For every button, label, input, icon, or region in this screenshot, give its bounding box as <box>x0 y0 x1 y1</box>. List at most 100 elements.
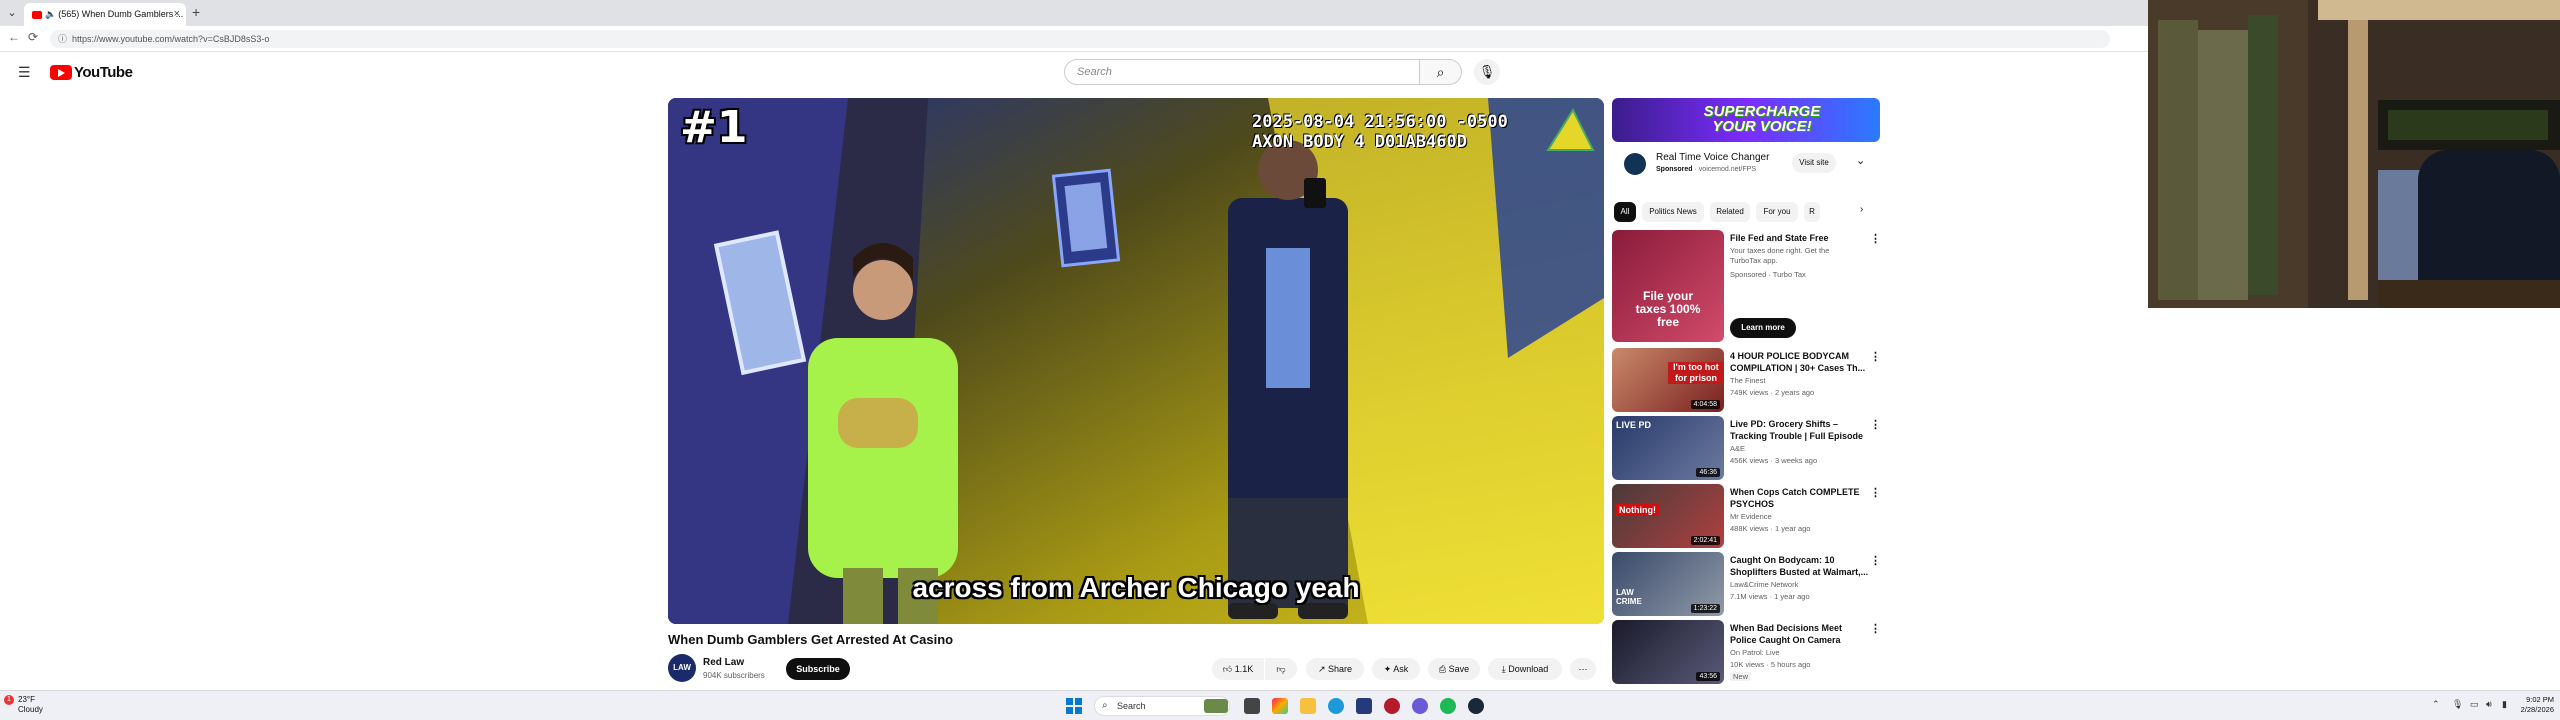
ad-banner-text: SUPERCHARGE YOUR VOICE! <box>1703 103 1821 135</box>
more-vert-icon[interactable]: ⋮ <box>1870 622 1881 635</box>
chip-all[interactable]: All <box>1614 202 1636 222</box>
back-icon[interactable]: ← <box>8 30 20 44</box>
list-item[interactable]: LIVE PD 46:36 Live PD: Grocery Shifts – … <box>1612 416 1882 480</box>
video-thumbnail[interactable]: LAW CRIME 1:23:22 <box>1612 552 1724 616</box>
webcam-overlay <box>2148 0 2560 308</box>
video-title: File Fed and State Free <box>1730 233 1829 243</box>
microphone-tray-icon[interactable]: 🎙 <box>2452 699 2463 710</box>
sparkle-icon: ✦ <box>1383 664 1392 674</box>
channel-name[interactable]: Red Law <box>703 657 744 668</box>
video-title: Caught On Bodycam: 10 Shoplifters Busted… <box>1730 555 1869 577</box>
monitor-icon[interactable]: ▭ <box>2470 699 2479 710</box>
weather-widget[interactable]: 23°F Cloudy <box>18 695 43 715</box>
battery-icon[interactable]: ▮ <box>2502 699 2507 710</box>
more-vert-icon[interactable]: ⋮ <box>1870 486 1881 499</box>
channel-avatar[interactable]: LAW <box>668 654 696 682</box>
tab-list-icon[interactable]: ⌄ <box>4 5 20 21</box>
more-vert-icon[interactable]: ⋮ <box>1870 350 1881 363</box>
windows-start-icon[interactable] <box>1066 698 1082 714</box>
thumbs-down-icon: 👎︎ <box>1276 664 1286 674</box>
share-label: Share <box>1328 664 1353 674</box>
steam-icon[interactable] <box>1468 698 1484 714</box>
file-explorer-icon[interactable] <box>1300 698 1316 714</box>
channel-name: On Patrol: Live <box>1730 648 1780 657</box>
duration-badge: 4:04:58 <box>1690 400 1720 409</box>
advertiser-name[interactable]: Real Time Voice Changer <box>1656 152 1769 163</box>
download-button[interactable]: ⤓ Download <box>1488 658 1562 680</box>
voice-search-button[interactable]: 🎙 <box>1474 59 1500 85</box>
youtube-logo[interactable]: YouTube <box>50 63 133 81</box>
thumbnail-text: LIVE PD <box>1616 420 1652 430</box>
video-meta: 10K views · 5 hours ago <box>1730 660 1811 669</box>
share-button[interactable]: ↗ Share <box>1306 658 1364 680</box>
speaker-icon[interactable]: 🔈 <box>45 9 56 19</box>
task-view-icon[interactable] <box>1244 698 1260 714</box>
temperature: 23°F <box>18 695 35 704</box>
thumbs-up-icon: 👍︎ <box>1222 664 1233 674</box>
video-player[interactable]: #1 2025-08-04 21:56:00 -0500 AXON BODY 4… <box>668 98 1604 624</box>
app-icon[interactable] <box>1384 698 1400 714</box>
store-icon[interactable] <box>1356 698 1372 714</box>
video-thumbnail[interactable]: 43:56 <box>1612 620 1724 684</box>
tray-chevron-up-icon[interactable]: ⌃ <box>2432 699 2440 710</box>
video-title: When Bad Decisions Meet Police Caught On… <box>1730 623 1843 645</box>
subscribe-button[interactable]: Subscribe <box>786 658 850 680</box>
close-tab-icon[interactable]: × <box>174 3 180 26</box>
youtube-play-icon <box>50 64 72 80</box>
chevron-right-icon[interactable]: › <box>1860 204 1863 215</box>
video-thumbnail[interactable]: Nothing! 2:02:41 <box>1612 484 1724 548</box>
more-actions-button[interactable]: ⋯ <box>1570 658 1596 680</box>
messenger-icon[interactable] <box>1412 698 1428 714</box>
thumbnail-text: LAW CRIME <box>1616 588 1642 606</box>
edge-icon[interactable] <box>1328 698 1344 714</box>
hamburger-menu-icon[interactable]: ☰ <box>18 64 31 81</box>
address-input[interactable]: ⓘ https://www.youtube.com/watch?v=CsBJD8s… <box>50 30 2110 48</box>
list-item[interactable]: I'm too hot for prison 4:04:58 4 HOUR PO… <box>1612 348 1882 412</box>
chip-partial[interactable]: R <box>1804 202 1820 222</box>
list-item[interactable]: Nothing! 2:02:41 When Cops Catch COMPLET… <box>1612 484 1882 548</box>
search-input[interactable]: Search <box>1064 59 1420 85</box>
chevron-down-icon[interactable]: ⌄ <box>1856 154 1865 167</box>
ad-banner[interactable]: SUPERCHARGE YOUR VOICE! <box>1612 98 1880 142</box>
chip-for-you[interactable]: For you <box>1756 202 1798 222</box>
taskbar: 1 23°F Cloudy ⌕ Search ⌃ 🎙 ▭ 🔊︎ ▮ 9:02 PM 2… <box>0 690 2560 720</box>
chip-politics-news[interactable]: Politics News <box>1642 202 1704 222</box>
youtube-header: ☰ YouTube Search ⌕ 🎙 <box>0 52 2148 92</box>
active-tab[interactable]: 🔈 (565) When Dumb Gamblers ... × <box>24 3 186 26</box>
spotify-icon[interactable] <box>1440 698 1456 714</box>
dislike-button[interactable]: 👎︎ <box>1265 658 1297 680</box>
video-thumbnail[interactable]: I'm too hot for prison 4:04:58 <box>1612 348 1724 412</box>
search-button[interactable]: ⌕ <box>1420 59 1462 85</box>
duration-badge: 43:56 <box>1696 672 1720 681</box>
reload-icon[interactable]: ⟳ <box>28 30 38 44</box>
save-button[interactable]: ⎙ Save <box>1428 658 1480 680</box>
weather-condition: Cloudy <box>18 705 43 714</box>
video-caption: across from Archer Chicago yeah <box>912 572 1360 603</box>
ask-button[interactable]: ✦ Ask <box>1372 658 1420 680</box>
site-info-icon[interactable]: ⓘ <box>58 30 67 48</box>
visit-site-button[interactable]: Visit site <box>1792 153 1836 173</box>
video-thumbnail[interactable]: LIVE PD 46:36 <box>1612 416 1724 480</box>
copilot-icon[interactable] <box>1272 698 1288 714</box>
chip-related[interactable]: Related <box>1710 202 1750 222</box>
weather-alert-badge: 1 <box>4 695 14 705</box>
subscriber-count: 904K subscribers <box>703 671 765 680</box>
list-item[interactable]: File your taxes 100% free File Fed and S… <box>1612 230 1882 342</box>
list-item[interactable]: 43:56 When Bad Decisions Meet Police Cau… <box>1612 620 1882 684</box>
channel-name: Law&Crime Network <box>1730 580 1799 589</box>
video-title: When Cops Catch COMPLETE PSYCHOS <box>1730 487 1860 509</box>
ask-label: Ask <box>1393 664 1409 674</box>
learn-more-button[interactable]: Learn more <box>1730 318 1796 338</box>
ad-description: Your taxes done right. Get the TurboTax … <box>1730 246 1830 265</box>
more-vert-icon[interactable]: ⋮ <box>1870 418 1881 431</box>
duration-badge: 1:23:22 <box>1690 604 1720 613</box>
video-thumbnail[interactable]: File your taxes 100% free <box>1612 230 1724 342</box>
like-button[interactable]: 👍︎ 1.1K <box>1212 658 1264 680</box>
new-tab-icon[interactable]: + <box>192 4 200 20</box>
volume-icon[interactable]: 🔊︎ <box>2486 699 2492 710</box>
clock[interactable]: 9:02 PM 2/28/2026 <box>2514 695 2554 715</box>
more-vert-icon[interactable]: ⋮ <box>1870 554 1881 567</box>
more-vert-icon[interactable]: ⋮ <box>1870 232 1881 245</box>
thumbnail-text: Nothing! <box>1616 504 1659 516</box>
list-item[interactable]: LAW CRIME 1:23:22 Caught On Bodycam: 10 … <box>1612 552 1882 616</box>
